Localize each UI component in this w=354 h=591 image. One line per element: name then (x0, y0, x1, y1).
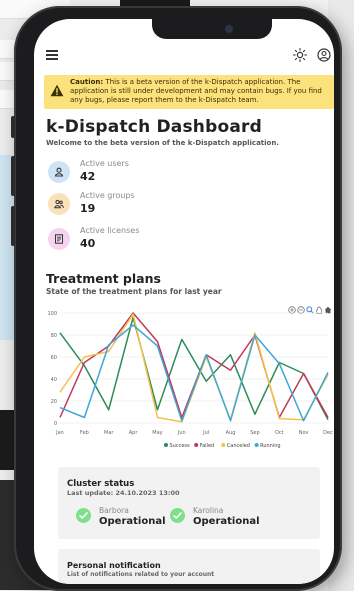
personal-notification-subtitle: List of notifications related to your ac… (67, 571, 215, 578)
stat-active-users: Active users 42 (48, 159, 248, 189)
legend-marker (194, 443, 199, 447)
sun-icon[interactable] (292, 47, 308, 63)
y-tick-label: 40 (51, 377, 57, 383)
x-tick-label: Jan (55, 430, 64, 436)
stat-value: 19 (80, 202, 96, 215)
group-icon (48, 193, 70, 215)
phone-side-button (11, 116, 15, 138)
user-icon (48, 161, 70, 183)
page-title: k-Dispatch Dashboard (46, 117, 262, 137)
caution-text: This is a beta version of the k-Dispatch… (70, 78, 322, 104)
series-line-failed (59, 312, 329, 419)
legend-label: Running (260, 443, 281, 449)
phone-side-button (11, 206, 15, 246)
node-state: Operational (99, 516, 166, 527)
caution-label: Caution: (70, 78, 104, 86)
camera-icon (225, 25, 233, 33)
cluster-status-card: Cluster status Last update: 24.10.2023 1… (58, 467, 320, 539)
stat-active-groups: Active groups 19 (48, 191, 248, 221)
cluster-node-karolina: Karolina Operational (170, 505, 280, 531)
x-tick-label: Sep (250, 430, 259, 436)
series-line-running (59, 324, 329, 422)
check-icon (170, 508, 185, 523)
treatment-plans-subtitle: State of the treatment plans for last ye… (46, 287, 222, 296)
user-circle-icon[interactable] (316, 47, 332, 63)
app-bar (34, 41, 334, 71)
y-tick-label: 100 (47, 311, 57, 317)
personal-notification-title: Personal notification (67, 561, 161, 570)
y-tick-label: 20 (51, 399, 57, 405)
node-name: Karolina (193, 506, 224, 515)
cluster-last-update: Last update: 24.10.2023 13:00 (67, 489, 180, 497)
legend-label: Canceled (227, 443, 250, 449)
stat-value: 40 (80, 237, 96, 250)
menu-icon[interactable] (46, 50, 58, 60)
legend-marker (254, 443, 259, 447)
stat-label: Active groups (80, 191, 135, 200)
x-tick-label: Feb (80, 430, 89, 436)
y-tick-label: 60 (51, 355, 57, 361)
legend-marker (221, 443, 226, 447)
x-tick-label: May (152, 430, 162, 436)
stat-active-licenses: Active licenses 40 (48, 226, 248, 256)
phone-screen: Caution: This is a beta version of the k… (34, 19, 334, 584)
caution-banner: Caution: This is a beta version of the k… (44, 75, 334, 109)
personal-notification-card: Personal notification List of notificati… (58, 549, 320, 584)
phone-frame: Caution: This is a beta version of the k… (11, 6, 342, 591)
stat-value: 42 (80, 170, 96, 183)
license-icon (48, 228, 70, 250)
x-tick-label: Apr (129, 430, 139, 436)
legend-label: Failed (200, 443, 215, 449)
warning-icon (50, 84, 64, 97)
x-tick-label: Mar (104, 430, 114, 436)
x-tick-label: Oct (275, 430, 284, 436)
treatment-plans-chart: 0 20 40 60 80 100 Jan Feb Mar Apr May Jun Jul Aug Sep O… (47, 311, 333, 449)
phone-notch (152, 19, 272, 39)
y-tick-label: 80 (51, 333, 57, 339)
x-tick-label: Dec (323, 430, 333, 436)
x-tick-label: Jun (177, 430, 186, 436)
cluster-status-title: Cluster status (67, 479, 135, 489)
check-icon (76, 508, 91, 523)
stat-label: Active licenses (80, 226, 140, 235)
node-state: Operational (193, 516, 260, 527)
x-tick-label: Nov (299, 430, 309, 436)
page-subtitle: Welcome to the beta version of the k-Dis… (46, 139, 279, 147)
y-tick-label: 0 (54, 421, 57, 427)
legend-marker (164, 443, 168, 447)
treatment-plans-title: Treatment plans (46, 271, 161, 286)
stat-label: Active users (80, 159, 129, 168)
x-tick-label: Jul (202, 430, 209, 436)
node-name: Barbora (99, 506, 129, 515)
legend-label: Success (170, 443, 191, 449)
phone-side-button (11, 156, 15, 196)
x-tick-label: Aug (226, 430, 236, 436)
